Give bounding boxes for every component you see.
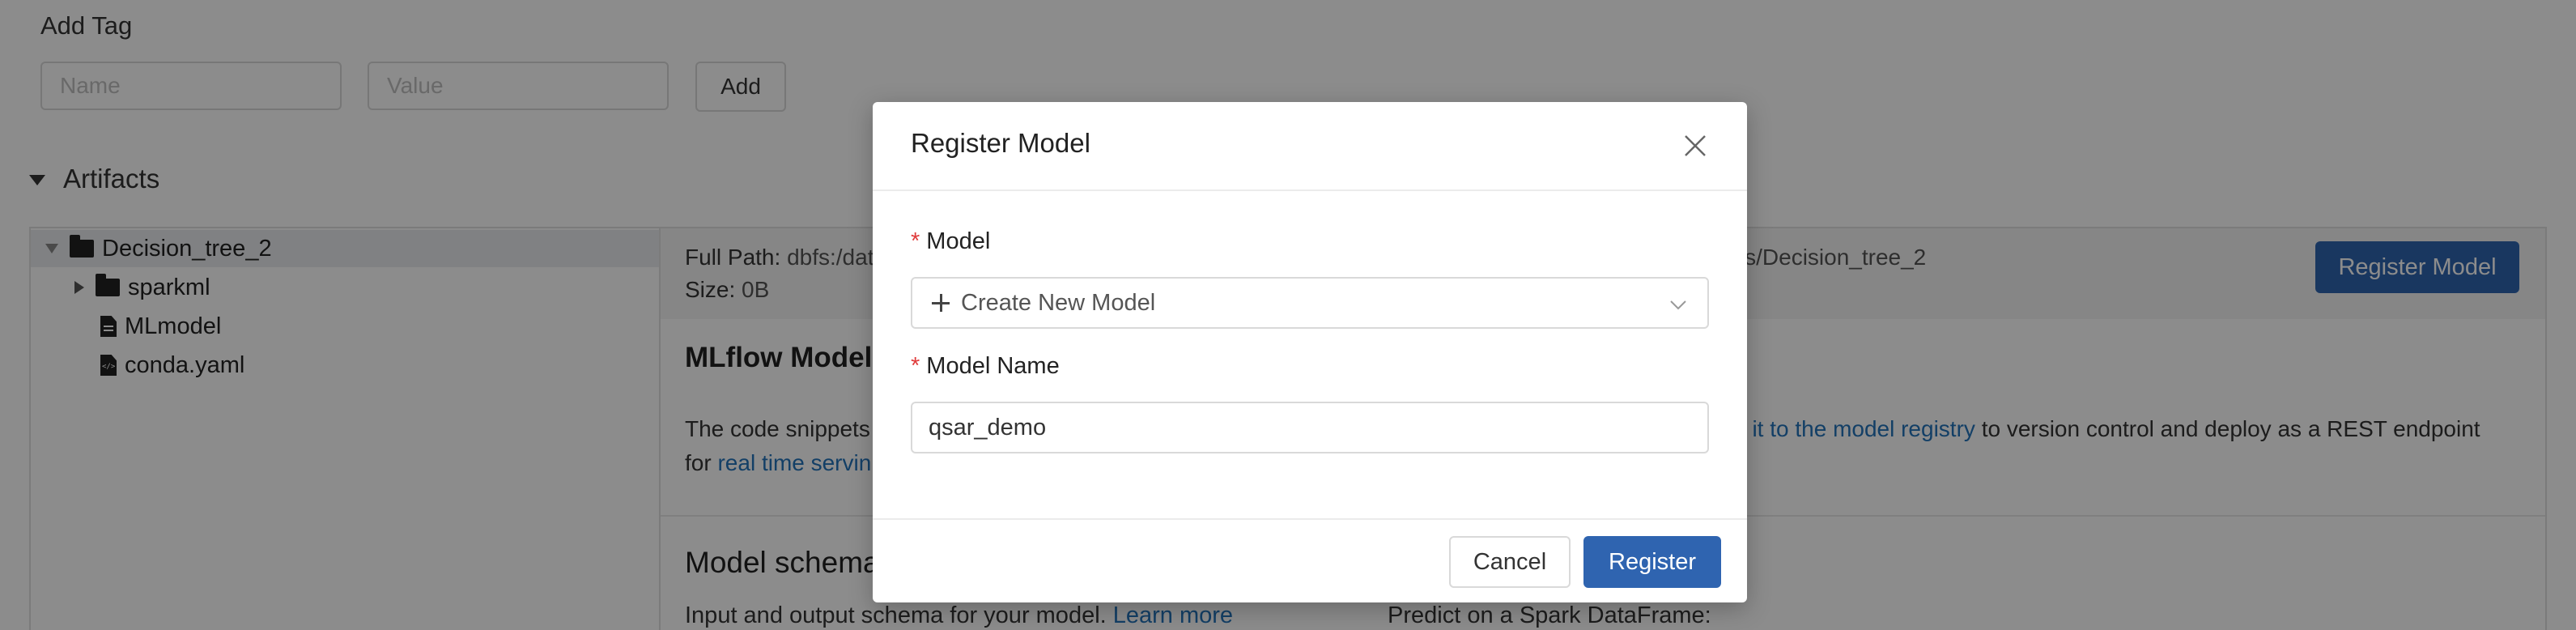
dialog-title: Register Model [911,128,1090,158]
close-icon[interactable] [1682,133,1708,159]
register-model-dialog: Register Model * Model Create New Model *… [873,102,1747,602]
model-select[interactable]: Create New Model [911,277,1709,329]
run-page: Add Tag Add Artifacts Decision_tree_2 sp… [0,0,2576,630]
required-mark: * [911,228,920,254]
model-select-value: Create New Model [961,289,1156,316]
cancel-button[interactable]: Cancel [1449,536,1571,588]
model-name-input[interactable] [911,402,1709,453]
required-mark: * [911,353,920,379]
plus-icon [932,294,950,312]
register-button[interactable]: Register [1583,536,1721,588]
dialog-footer: Cancel Register [873,518,1747,604]
dialog-header: Register Model [873,102,1747,191]
chevron-down-icon [1670,300,1686,310]
model-field-label: * Model [911,228,991,254]
model-name-field-label: * Model Name [911,353,1060,379]
